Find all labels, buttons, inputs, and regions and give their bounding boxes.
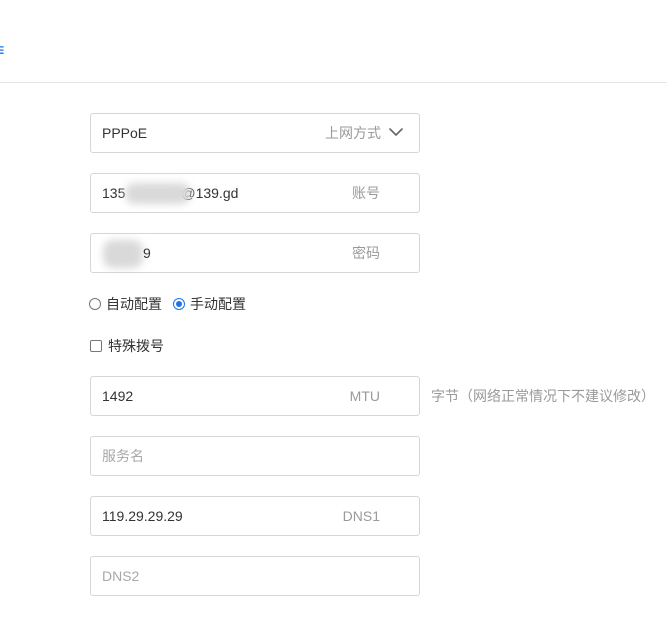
dns1-field[interactable]: 119.29.29.29 DNS1: [90, 496, 420, 536]
redaction-mask: [125, 183, 191, 204]
service-name-placeholder: 服务名: [102, 448, 144, 464]
special-dial-row: 特殊拨号: [90, 336, 164, 356]
connection-type-value: PPPoE: [102, 125, 148, 141]
password-label: 密码: [352, 245, 380, 261]
auto-config-label[interactable]: 自动配置: [106, 294, 162, 314]
service-name-field[interactable]: 服务名: [90, 436, 420, 476]
account-value-start: 135: [102, 185, 126, 201]
manual-config-radio[interactable]: [173, 298, 185, 310]
mtu-value: 1492: [102, 388, 134, 404]
header-divider: [0, 82, 667, 83]
chevron-down-icon[interactable]: [389, 127, 403, 137]
special-dial-checkbox[interactable]: [90, 340, 102, 352]
dns2-placeholder: DNS2: [102, 568, 140, 584]
mtu-hint: 字节（网络正常情况下不建议修改）: [431, 388, 655, 404]
account-field[interactable]: 135 @139.gd 账号: [90, 173, 420, 213]
mtu-label: MTU: [349, 388, 380, 404]
redaction-mask: [103, 240, 143, 268]
special-dial-label[interactable]: 特殊拨号: [108, 336, 164, 356]
password-value: 9: [143, 245, 151, 261]
dns2-field[interactable]: DNS2: [90, 556, 420, 596]
manual-config-label[interactable]: 手动配置: [190, 294, 246, 314]
account-label: 账号: [352, 185, 380, 201]
dns1-value: 119.29.29.29: [102, 508, 183, 524]
auto-config-radio[interactable]: [89, 298, 101, 310]
connection-type-select[interactable]: PPPoE 上网方式: [90, 113, 420, 153]
password-field[interactable]: 9 密码: [90, 233, 420, 273]
menu-icon[interactable]: ≡: [0, 40, 5, 60]
mtu-field[interactable]: 1492 MTU: [90, 376, 420, 416]
config-mode-radio-group: 自动配置 手动配置: [89, 294, 257, 314]
dns1-label: DNS1: [342, 508, 380, 524]
connection-type-label: 上网方式: [325, 125, 381, 141]
